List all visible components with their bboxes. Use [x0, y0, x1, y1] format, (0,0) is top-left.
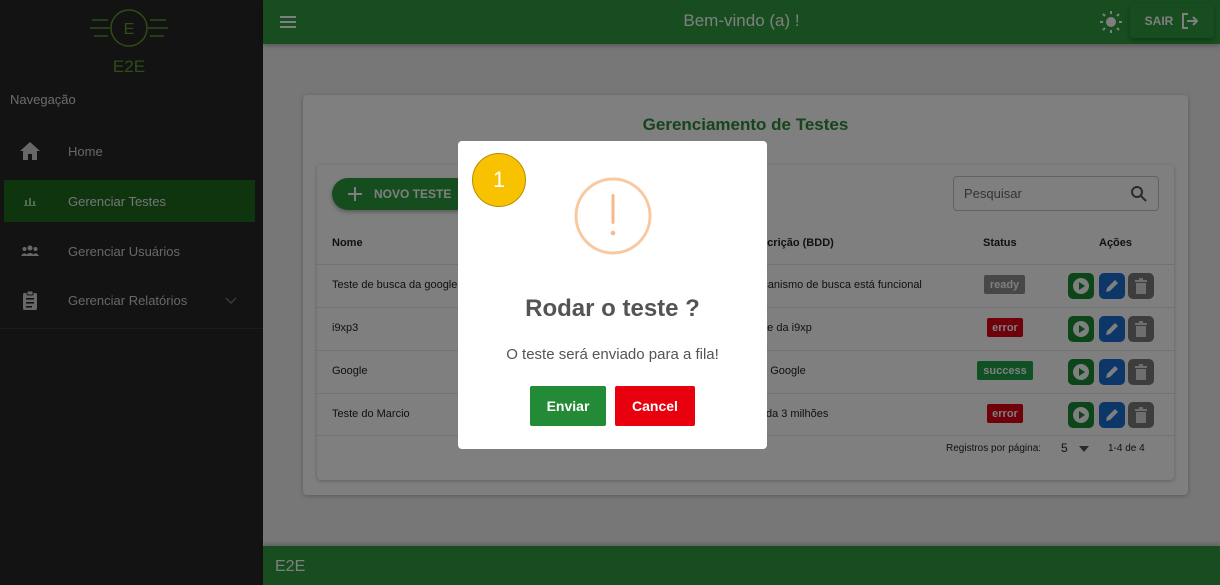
dialog-message: O teste será enviado para a fila! — [506, 346, 719, 363]
send-button[interactable]: Enviar — [530, 386, 606, 426]
dialog-title: Rodar o teste ? — [525, 295, 700, 322]
step-marker-badge: 1 — [472, 153, 526, 207]
warning-icon — [574, 177, 652, 255]
cancel-button[interactable]: Cancel — [615, 386, 695, 426]
